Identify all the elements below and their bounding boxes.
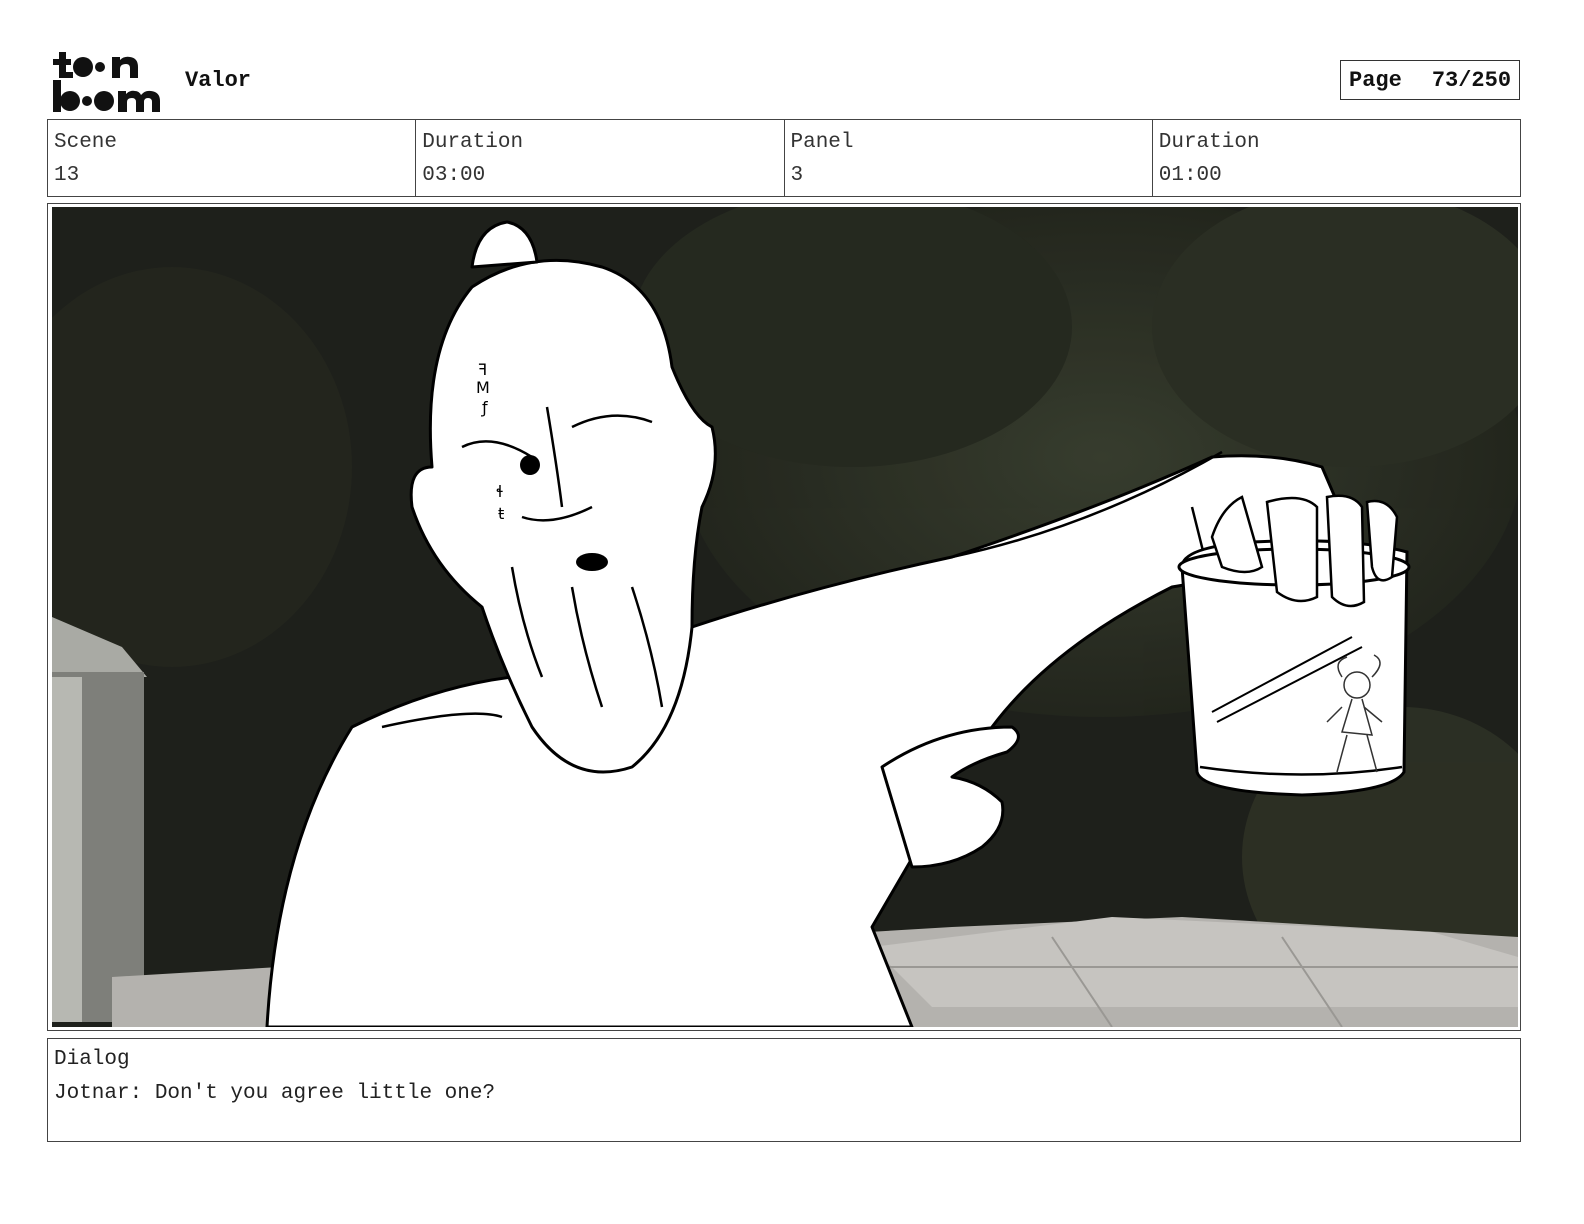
- left-pillar: [52, 617, 147, 1022]
- panel-cell: Panel 3: [785, 120, 1153, 196]
- page-indicator: Page 73/250: [1340, 60, 1520, 100]
- svg-text:ꟻ: ꟻ: [478, 360, 487, 379]
- project-title: Valor: [185, 68, 252, 93]
- svg-text:ŧ: ŧ: [498, 504, 504, 523]
- toon-boom-logo: [53, 52, 160, 112]
- svg-text:ƒ: ƒ: [480, 398, 488, 417]
- scene-value: 13: [54, 164, 80, 187]
- dialog-box: Dialog Jotnar: Don't you agree little on…: [47, 1038, 1521, 1142]
- svg-text:M: M: [476, 378, 490, 397]
- scene-duration-cell: Duration 03:00: [416, 120, 785, 196]
- page-number: 73/250: [1431, 67, 1512, 93]
- panel-duration-label: Duration: [1158, 131, 1260, 154]
- panel-label: Panel: [790, 131, 854, 154]
- panel-value: 3: [790, 164, 804, 187]
- panel-info-row: Scene 13 Duration 03:00 Panel 3 Duration…: [47, 119, 1521, 197]
- panel-duration-cell: Duration 01:00: [1153, 120, 1520, 196]
- scene-duration-label: Duration: [422, 131, 524, 154]
- dialog-label: Dialog: [54, 1048, 130, 1071]
- mouth: [576, 553, 608, 571]
- scene-label: Scene: [54, 131, 118, 154]
- storyboard-panel-drawing: ꟻ M ƒ ɬ ŧ: [52, 207, 1518, 1027]
- page-label: Page: [1349, 67, 1402, 93]
- svg-text:ɬ: ɬ: [496, 482, 504, 501]
- scene-duration-value: 03:00: [422, 164, 486, 187]
- panel-duration-value: 01:00: [1158, 164, 1222, 187]
- glass-jar: [1177, 494, 1411, 797]
- scene-cell: Scene 13: [48, 120, 417, 196]
- dialog-text: Jotnar: Don't you agree little one?: [54, 1082, 496, 1105]
- eye: [520, 455, 540, 475]
